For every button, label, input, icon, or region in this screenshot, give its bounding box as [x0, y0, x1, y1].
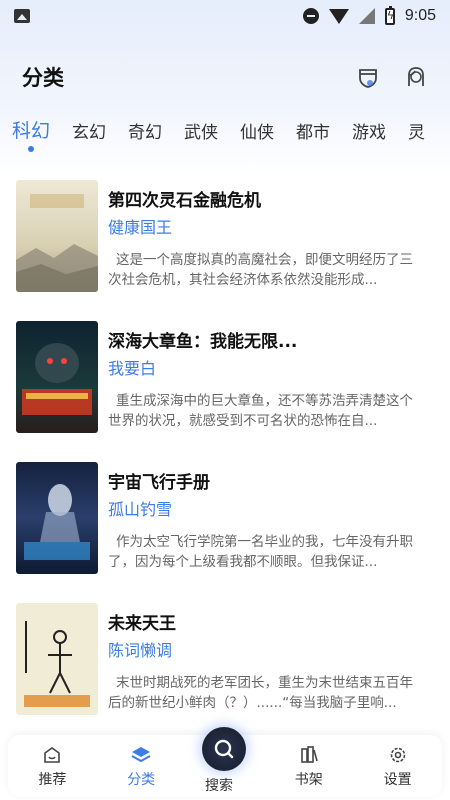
page-title: 分类: [22, 66, 64, 90]
bookshelf-icon: [300, 746, 318, 763]
tab-xianxia[interactable]: 仙侠: [240, 112, 274, 143]
nav-settings[interactable]: 设置: [363, 735, 433, 797]
book-description: 末世时期战死的老军团长，重生为末世结束五百年后的新世纪小鲜肉（？）......“…: [108, 675, 413, 711]
book-author[interactable]: 健康国王: [108, 214, 172, 238]
tab-wuxia[interactable]: 武侠: [184, 112, 218, 143]
gallery-notification-icon: [14, 9, 30, 23]
tab-ling[interactable]: 灵: [408, 112, 425, 143]
layers-icon: [131, 747, 151, 763]
search-icon: [214, 739, 234, 759]
shield-icon[interactable]: [356, 65, 380, 89]
book-description: 这是一个高度拟真的高魔社会，即便文明经历了三次社会危机，其社会经济体系依然没能形…: [108, 252, 413, 288]
home-icon: [44, 747, 61, 763]
list-item[interactable]: 第四次灵石金融危机 健康国王 这是一个高度拟真的高魔社会，即便文明经历了三次社会…: [0, 180, 450, 316]
active-tab-indicator: [28, 146, 34, 152]
book-list: 第四次灵石金融危机 健康国王 这是一个高度拟真的高魔社会，即便文明经历了三次社会…: [0, 180, 450, 744]
book-title: 第四次灵石金融危机: [108, 191, 261, 211]
tab-urban[interactable]: 都市: [296, 112, 330, 143]
book-title: 宇宙飞行手册: [108, 473, 210, 493]
book-cover: [16, 462, 98, 574]
book-description: 作为太空飞行学院第一名毕业的我，七年没有升职了，因为每个上级看我都不顺眼。但我保…: [108, 534, 413, 570]
book-cover: [16, 180, 98, 292]
nav-label: 设置: [383, 772, 412, 788]
nav-label: 分类: [127, 772, 156, 788]
book-cover: [16, 603, 98, 715]
nav-bookshelf[interactable]: 书架: [274, 735, 344, 797]
book-title: 未来天王: [108, 614, 176, 634]
nav-category[interactable]: 分类: [106, 735, 176, 797]
tab-scifi[interactable]: 科幻: [12, 112, 51, 152]
do-not-disturb-icon: [302, 8, 319, 24]
battery-charging-icon: [384, 5, 395, 25]
status-bar: 9:05: [0, 0, 450, 32]
search-button[interactable]: [202, 727, 246, 771]
avatar-icon[interactable]: [404, 65, 428, 89]
book-description: 重生成深海中的巨大章鱼，还不等苏浩弄清楚这个世界的状况，就感受到不可名状的恐怖在…: [108, 393, 413, 429]
list-item[interactable]: 深海大章鱼：我能无限... 我要白 重生成深海中的巨大章鱼，还不等苏浩弄清楚这个…: [0, 321, 450, 457]
gear-icon: [390, 747, 405, 763]
book-author[interactable]: 我要白: [108, 355, 156, 379]
no-signal-icon: [358, 8, 375, 24]
tab-game[interactable]: 游戏: [352, 112, 386, 143]
app-header: 分类: [0, 55, 450, 99]
list-item[interactable]: 未来天王 陈词懒调 末世时期战死的老军团长，重生为末世结束五百年后的新世纪小鲜肉…: [0, 603, 450, 739]
tab-xuanhuan[interactable]: 玄幻: [72, 112, 106, 143]
book-cover: [16, 321, 98, 433]
nav-recommend[interactable]: 推荐: [17, 735, 87, 797]
nav-label: 推荐: [38, 772, 67, 788]
book-author[interactable]: 孤山钓雪: [108, 496, 172, 520]
status-time: 9:05: [404, 7, 436, 24]
nav-label: 书架: [294, 772, 323, 788]
category-tabs: 科幻 玄幻 奇幻 武侠 仙侠 都市 游戏 灵: [0, 112, 450, 156]
tab-label: 科幻: [12, 120, 51, 142]
tab-fantasy[interactable]: 奇幻: [128, 112, 162, 143]
wifi-icon: [328, 8, 349, 24]
book-author[interactable]: 陈词懒调: [108, 637, 172, 661]
list-item[interactable]: 宇宙飞行手册 孤山钓雪 作为太空飞行学院第一名毕业的我，七年没有升职了，因为每个…: [0, 462, 450, 598]
book-title: 深海大章鱼：我能无限...: [108, 332, 298, 352]
nav-search-label[interactable]: 搜索: [205, 775, 233, 795]
